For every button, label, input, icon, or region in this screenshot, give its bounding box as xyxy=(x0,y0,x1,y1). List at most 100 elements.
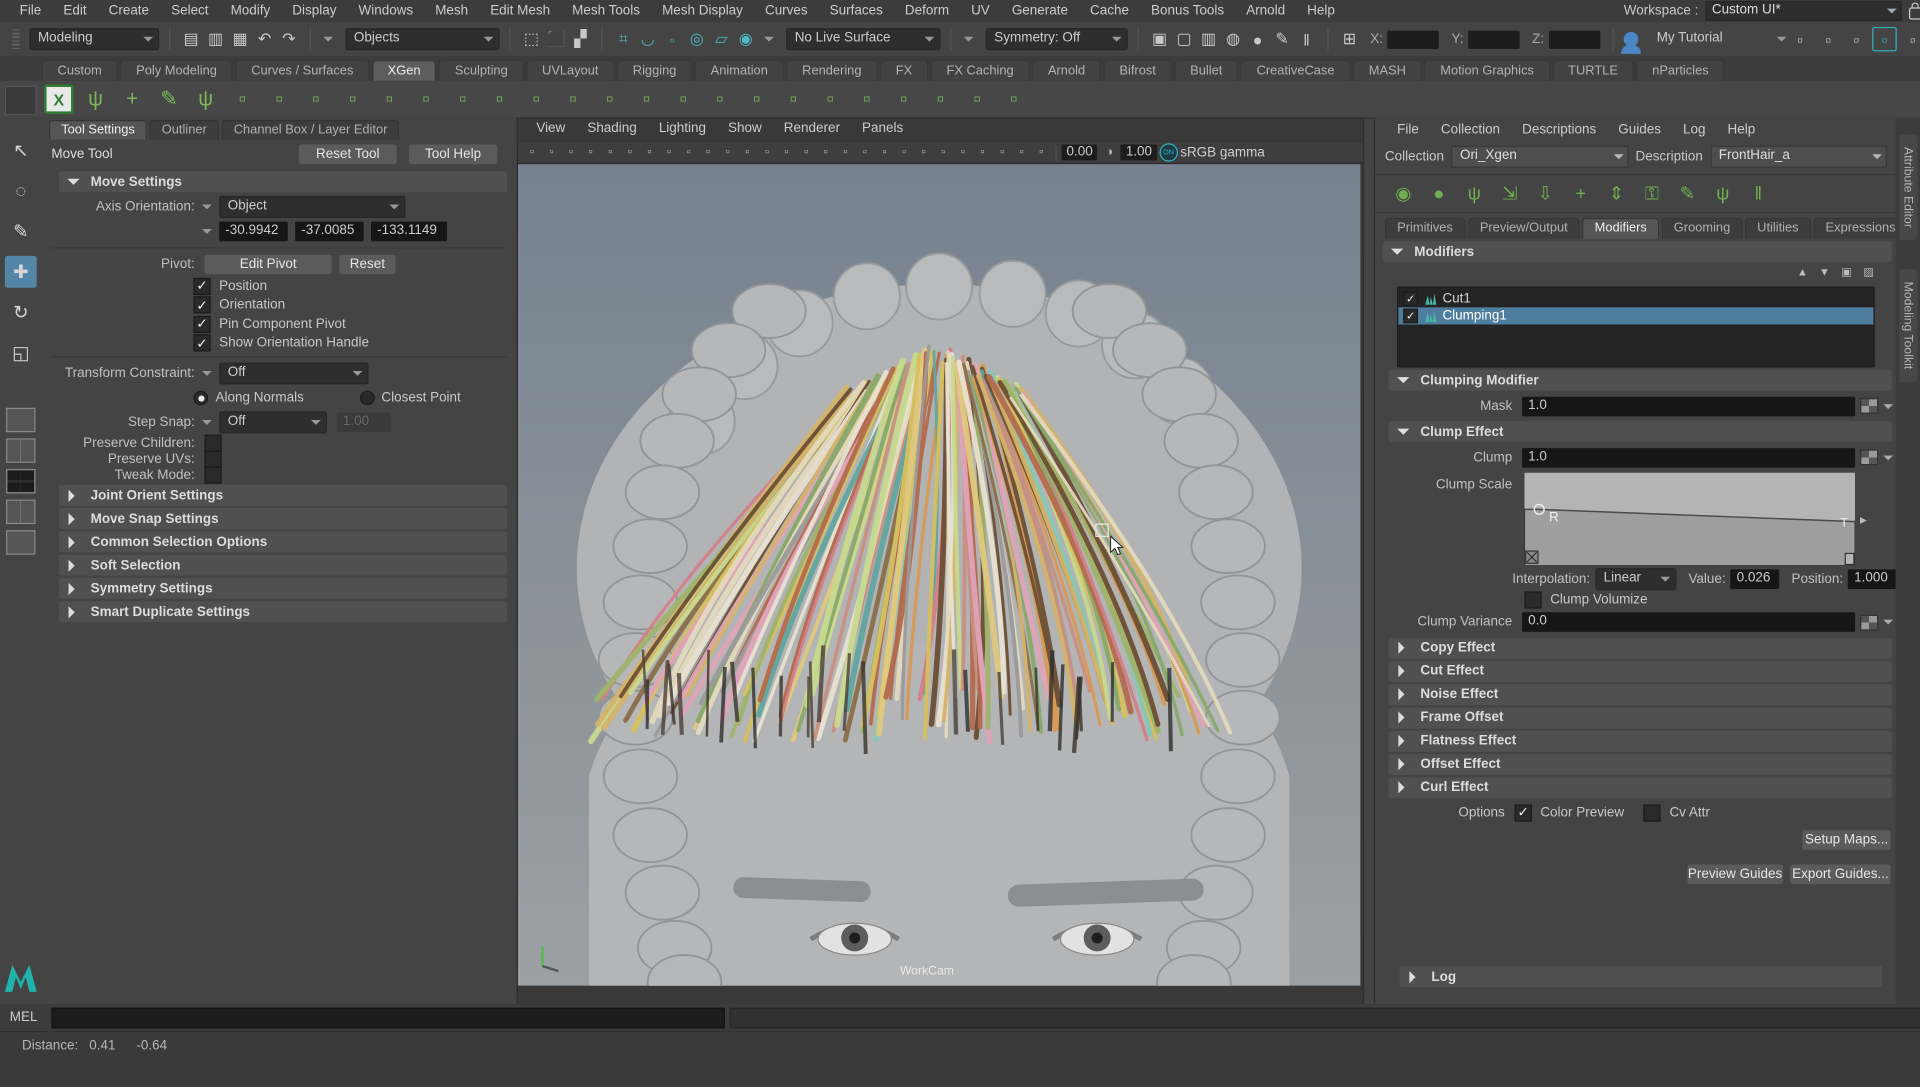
move-guide-icon[interactable]: ⇕ xyxy=(1603,180,1630,207)
clump-scale-ramp[interactable]: R T xyxy=(1524,473,1855,566)
viewport-menu-item[interactable]: Renderer xyxy=(775,121,848,139)
ramp-value-field[interactable]: 0.026 xyxy=(1731,569,1780,589)
render-view-icon[interactable]: ▣ xyxy=(1149,28,1171,50)
add-guide-icon[interactable]: + xyxy=(1567,180,1594,207)
mask-map-menu-icon[interactable] xyxy=(1883,403,1893,413)
panel-tab[interactable]: Outliner xyxy=(150,120,220,140)
toggle-preview-icon[interactable]: ● xyxy=(1425,180,1452,207)
create-description-icon[interactable]: ψ xyxy=(81,84,110,113)
panel-tab[interactable]: Channel Box / Layer Editor xyxy=(221,120,399,140)
xray-icon[interactable]: ▫ xyxy=(1013,144,1031,161)
shaded-icon[interactable]: ▫ xyxy=(817,144,835,161)
effect-section-header[interactable]: Noise Effect xyxy=(1389,684,1892,705)
modifier-row[interactable]: ✓Cut1 xyxy=(1398,290,1873,307)
shelf-tab[interactable]: Rigging xyxy=(617,60,692,81)
collapsed-section-header[interactable]: Move Snap Settings xyxy=(59,508,507,529)
exposure-icon[interactable]: ▫ xyxy=(1032,144,1050,161)
collection-select[interactable]: Ori_Xgen xyxy=(1451,146,1628,168)
motion-blur-icon[interactable]: ▫ xyxy=(934,144,952,161)
xgen-menu-item[interactable]: Collection xyxy=(1431,122,1510,142)
menu-item[interactable]: Cache xyxy=(1080,2,1139,19)
move-settings-header[interactable]: Move Settings xyxy=(59,171,507,192)
grass-1-icon[interactable]: ▫ xyxy=(228,84,257,113)
shelf-tab[interactable]: Curves / Surfaces xyxy=(235,60,369,81)
effect-section-header[interactable]: Copy Effect xyxy=(1389,637,1892,658)
grass-3-icon[interactable]: ▫ xyxy=(301,84,330,113)
utilities-icon[interactable]: ‖ xyxy=(1745,180,1772,207)
toolbar-grip[interactable] xyxy=(12,29,19,49)
menu-item[interactable]: File xyxy=(10,2,51,19)
step-snap-select[interactable]: Off xyxy=(219,411,327,433)
select-hierarchy-icon[interactable]: ⬚ xyxy=(520,28,542,50)
snap-curve-icon[interactable]: ◡ xyxy=(637,28,659,50)
grass-13-icon[interactable]: ▫ xyxy=(669,84,698,113)
grass-22-icon[interactable]: ▫ xyxy=(999,84,1028,113)
axis-orientation-select[interactable]: Object xyxy=(219,196,405,218)
menu-item[interactable]: Bonus Tools xyxy=(1141,2,1234,19)
snap-projected-center-icon[interactable]: ◎ xyxy=(686,28,708,50)
xgen-menu-item[interactable]: Help xyxy=(1718,122,1765,142)
constraint-radio[interactable] xyxy=(193,391,208,406)
pivot-checkbox[interactable]: ✓ xyxy=(193,335,210,352)
film-gate-icon[interactable]: ▫ xyxy=(680,144,698,161)
xgen-tab[interactable]: Modifiers xyxy=(1582,218,1659,239)
shelf-options-icon[interactable] xyxy=(5,86,37,115)
scale-tool-icon[interactable]: ◱ xyxy=(5,337,37,369)
menu-item[interactable]: Surfaces xyxy=(820,2,893,19)
panel-layout-icon[interactable]: ▫ xyxy=(1844,27,1868,51)
shelf-tab[interactable]: MASH xyxy=(1353,60,1422,81)
symmetry-selector[interactable]: Symmetry: Off xyxy=(986,28,1128,50)
export-guides-button[interactable]: Export Guides... xyxy=(1790,864,1890,884)
menu-item[interactable]: Curves xyxy=(755,2,817,19)
y-coord-input[interactable] xyxy=(1468,30,1519,48)
view-transform-label[interactable]: sRGB gamma xyxy=(1180,145,1265,160)
grass-19-icon[interactable]: ▫ xyxy=(889,84,918,113)
reset-tool-button[interactable]: Reset Tool xyxy=(299,144,397,164)
color-management-toggle[interactable]: ON xyxy=(1159,143,1177,161)
shelf-tab[interactable]: UVLayout xyxy=(526,60,614,81)
grid-icon[interactable]: ▫ xyxy=(660,144,678,161)
clump-map-menu-icon[interactable] xyxy=(1883,455,1893,465)
menu-item[interactable]: Arnold xyxy=(1236,2,1295,19)
attribute-editor-icon[interactable]: ▫ xyxy=(1900,27,1920,51)
grass-16-icon[interactable]: ▫ xyxy=(779,84,808,113)
select-tool-icon[interactable]: ↖ xyxy=(5,135,37,167)
select-component-icon[interactable]: ▞ xyxy=(569,28,591,50)
menu-item[interactable]: Generate xyxy=(1002,2,1078,19)
mask-map-icon[interactable] xyxy=(1860,398,1878,414)
menu-item[interactable]: Edit Mesh xyxy=(480,2,559,19)
collapsed-section-header[interactable]: Common Selection Options xyxy=(59,531,507,552)
shelf-tab[interactable]: Arnold xyxy=(1032,60,1101,81)
option-checkbox[interactable]: ✓ xyxy=(204,466,221,483)
edit-pivot-button[interactable]: Edit Pivot xyxy=(204,255,331,275)
new-scene-icon[interactable]: ▤ xyxy=(180,28,202,50)
shelf-tab[interactable]: Bifrost xyxy=(1103,60,1171,81)
shadows-icon[interactable]: ▫ xyxy=(895,144,913,161)
pause-viewport-icon[interactable]: ‖ xyxy=(1296,28,1318,50)
comb-guide-icon[interactable]: ψ xyxy=(191,84,220,113)
option-checkbox[interactable]: ✓ xyxy=(204,450,221,467)
viewport-menu-item[interactable]: View xyxy=(528,121,574,139)
xgen-menu-item[interactable]: Log xyxy=(1673,122,1715,142)
grass-18-icon[interactable]: ▫ xyxy=(852,84,881,113)
resolution-gate-icon[interactable]: ▫ xyxy=(699,144,717,161)
viewport-canvas[interactable]: WorkCam xyxy=(518,164,1360,986)
ipr-render-icon[interactable]: ▥ xyxy=(1198,28,1220,50)
universal-manipulator-icon[interactable]: ⊞ xyxy=(1338,28,1360,50)
image-plane-icon[interactable]: ▫ xyxy=(601,144,619,161)
uv-editor-icon[interactable]: ▫ xyxy=(1816,27,1840,51)
lighting-all-icon[interactable]: ▫ xyxy=(876,144,894,161)
x-coord-input[interactable] xyxy=(1388,30,1439,48)
shelf-tab[interactable]: FX xyxy=(880,60,928,81)
option-checkbox[interactable]: ✓ xyxy=(1644,804,1661,821)
save-scene-icon[interactable]: ▦ xyxy=(229,28,251,50)
command-input[interactable] xyxy=(51,1007,724,1028)
xgen-tab[interactable]: Preview/Output xyxy=(1468,218,1580,239)
grass-5-icon[interactable]: ▫ xyxy=(375,84,404,113)
ramp-expand-icon[interactable]: ▸ xyxy=(1860,511,1867,527)
xgen-menu-item[interactable]: File xyxy=(1387,122,1428,142)
modifier-enable-checkbox[interactable]: ✓ xyxy=(1403,309,1418,324)
collapsed-section-header[interactable]: Smart Duplicate Settings xyxy=(59,601,507,622)
orient-z-field[interactable]: -133.1149 xyxy=(371,222,447,242)
collapsed-section-header[interactable]: Symmetry Settings xyxy=(59,578,507,599)
